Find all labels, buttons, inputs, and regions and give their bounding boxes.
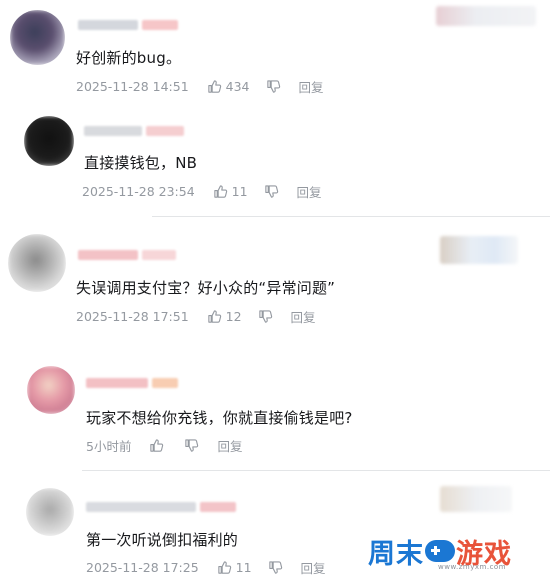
comment-item: 好创新的bug。 2025-11-28 14:51 434 回复	[0, 0, 550, 100]
username-blurred[interactable]	[86, 502, 236, 512]
username-blurred[interactable]	[84, 126, 184, 136]
comment-item: 失误调用支付宝？好小众的“异常问题” 2025-11-28 17:51 12 回…	[0, 222, 550, 332]
thumb-up-icon	[150, 439, 164, 452]
avatar[interactable]	[27, 366, 75, 414]
comment-meta: 5小时前 回复	[86, 436, 242, 455]
like-button[interactable]: 11	[217, 560, 252, 575]
reply-button[interactable]: 回复	[299, 77, 324, 96]
gamepad-icon	[425, 540, 455, 562]
comment-meta: 2025-11-28 14:51 434 回复	[76, 77, 324, 96]
thumb-down-icon	[258, 310, 272, 323]
comment-text: 第一次听说倒扣福利的	[86, 531, 239, 549]
like-button[interactable]	[149, 438, 168, 453]
divider	[152, 216, 550, 217]
comment-text: 直接摸钱包，NB	[84, 154, 198, 172]
like-button[interactable]: 12	[207, 309, 242, 324]
comment-meta: 2025-11-28 23:54 11 回复	[82, 182, 322, 201]
timestamp: 2025-11-28 14:51	[76, 79, 189, 94]
divider	[76, 104, 550, 105]
reply-button[interactable]: 回复	[301, 558, 326, 577]
thumb-up-icon	[217, 561, 231, 574]
comment-text: 好创新的bug。	[76, 49, 182, 67]
like-count: 11	[235, 560, 252, 575]
timestamp: 5小时前	[86, 439, 132, 454]
thumb-up-icon	[207, 310, 221, 323]
dislike-button[interactable]	[184, 438, 199, 453]
fan-badge-blurred	[440, 486, 512, 512]
thumb-down-icon	[268, 561, 282, 574]
thumb-up-icon	[207, 80, 221, 93]
dislike-button[interactable]	[264, 184, 279, 199]
dislike-button[interactable]	[266, 79, 281, 94]
comment-text: 失误调用支付宝？好小众的“异常问题”	[76, 279, 336, 297]
like-count: 11	[231, 184, 248, 199]
reply-button[interactable]: 回复	[291, 307, 316, 326]
dislike-button[interactable]	[268, 560, 283, 575]
avatar[interactable]	[10, 10, 65, 65]
thumb-down-icon	[264, 185, 278, 198]
site-watermark-logo: 周末 游戏 www.zmyxm.com	[368, 528, 550, 574]
reply-button[interactable]: 回复	[217, 436, 242, 455]
like-count: 434	[225, 79, 250, 94]
timestamp: 2025-11-28 17:51	[76, 309, 189, 324]
avatar[interactable]	[24, 116, 74, 166]
thumb-up-icon	[213, 185, 227, 198]
username-blurred[interactable]	[78, 250, 178, 260]
watermark-domain: www.zmyxm.com	[438, 563, 507, 571]
like-count: 12	[225, 309, 242, 324]
like-button[interactable]: 11	[213, 184, 248, 199]
comment-item: 直接摸钱包，NB 2025-11-28 23:54 11 回复	[0, 108, 550, 208]
dislike-button[interactable]	[258, 309, 273, 324]
username-blurred[interactable]	[86, 378, 186, 388]
watermark-text-part1: 周末	[368, 538, 424, 570]
reply-button[interactable]: 回复	[297, 182, 322, 201]
avatar[interactable]	[8, 234, 66, 292]
timestamp: 2025-11-28 23:54	[82, 184, 195, 199]
divider	[82, 470, 550, 471]
comment-text: 玩家不想给你充钱，你就直接偷钱是吧?	[86, 409, 353, 427]
thumb-down-icon	[185, 439, 199, 452]
timestamp: 2025-11-28 17:25	[86, 560, 199, 575]
comment-item: 玩家不想给你充钱，你就直接偷钱是吧? 5小时前 回复	[0, 352, 550, 462]
comment-meta: 2025-11-28 17:25 11 回复	[86, 558, 326, 577]
like-button[interactable]: 434	[207, 79, 250, 94]
thumb-down-icon	[266, 80, 280, 93]
comment-meta: 2025-11-28 17:51 12 回复	[76, 307, 316, 326]
divider	[76, 340, 550, 341]
fan-badge-blurred	[440, 236, 518, 264]
username-blurred[interactable]	[78, 20, 178, 30]
avatar[interactable]	[26, 488, 74, 536]
fan-badge-blurred	[436, 6, 536, 26]
